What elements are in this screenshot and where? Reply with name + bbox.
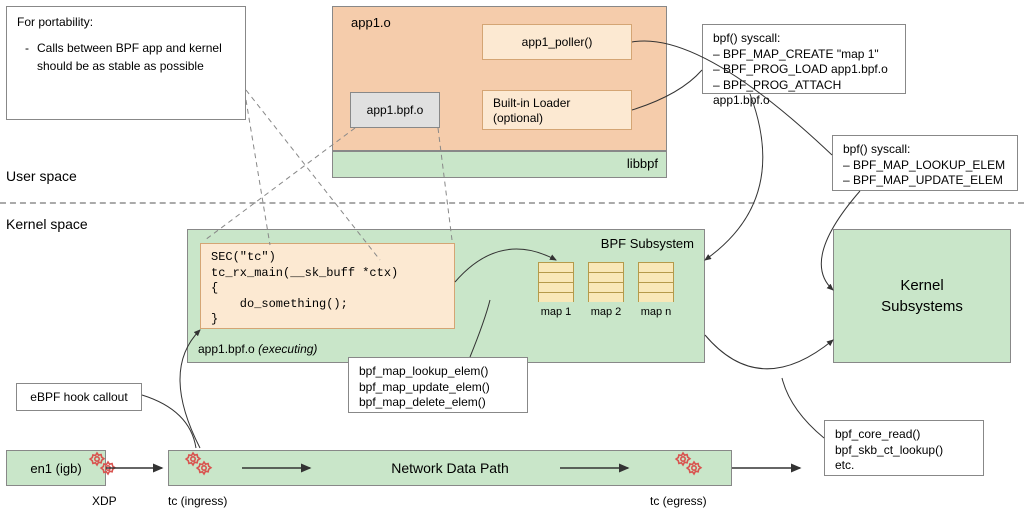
syscall-load-callout: bpf() syscall: – BPF_MAP_CREATE "map 1" … (702, 24, 906, 94)
syscall-poll-title: bpf() syscall: (843, 142, 1007, 158)
map-helper-1: bpf_map_lookup_elem() (359, 364, 517, 380)
app1-poller-box: app1_poller() (482, 24, 632, 60)
map-2-label: map 2 (588, 306, 624, 318)
kernel-sub-l2: Subsystems (881, 296, 963, 317)
gear-icon (672, 448, 694, 473)
gear-icon (86, 448, 108, 473)
portability-callout: For portability: - Calls between BPF app… (6, 6, 246, 120)
kernel-helpers-callout: bpf_core_read() bpf_skb_ct_lookup() etc. (824, 420, 984, 476)
syscall-load-l2: – BPF_PROG_LOAD app1.bpf.o (713, 62, 895, 78)
tc-egress-label: tc (egress) (650, 494, 707, 508)
map-1-label: map 1 (538, 306, 574, 318)
portability-title: For portability: (17, 13, 235, 31)
app1-bpf-o-box: app1.bpf.o (350, 92, 440, 128)
map-1: map 1 (538, 262, 574, 318)
syscall-load-l3: – BPF_PROG_ATTACH app1.bpf.o (713, 78, 895, 109)
app1-poller-label: app1_poller() (522, 35, 593, 49)
map-helpers-callout: bpf_map_lookup_elem() bpf_map_update_ele… (348, 357, 528, 413)
map-helper-2: bpf_map_update_elem() (359, 380, 517, 396)
syscall-load-l1: – BPF_MAP_CREATE "map 1" (713, 47, 895, 63)
portability-bullet: Calls between BPF app and kernel should … (37, 39, 235, 75)
map-2: map 2 (588, 262, 624, 318)
kern-helper-2: bpf_skb_ct_lookup() (835, 443, 973, 459)
syscall-poll-l2: – BPF_MAP_UPDATE_ELEM (843, 173, 1007, 189)
bpf-subsystem-title: BPF Subsystem (601, 236, 694, 251)
kernel-sub-l1: Kernel (900, 275, 943, 296)
code-box: SEC("tc") tc_rx_main(__sk_buff *ctx) { d… (200, 243, 455, 329)
kern-helper-3: etc. (835, 458, 973, 474)
executing-label: app1.bpf.o (executing) (198, 342, 317, 356)
map-n-label: map n (638, 306, 674, 318)
loader-l2: (optional) (493, 111, 621, 126)
net-data-path-box: Network Data Path (168, 450, 732, 486)
libbpf-bar: libbpf (332, 151, 667, 178)
kernel-subsystems-box: Kernel Subsystems (833, 229, 1011, 363)
syscall-poll-l1: – BPF_MAP_LOOKUP_ELEM (843, 158, 1007, 174)
syscall-poll-callout: bpf() syscall: – BPF_MAP_LOOKUP_ELEM – B… (832, 135, 1018, 191)
user-kernel-divider (0, 202, 1024, 204)
gear-icon (182, 448, 204, 473)
hook-callout: eBPF hook callout (16, 383, 142, 411)
map-helper-3: bpf_map_delete_elem() (359, 395, 517, 411)
nic-label: en1 (igb) (30, 461, 81, 476)
app1-bpf-o-label: app1.bpf.o (367, 103, 424, 117)
loader-l1: Built-in Loader (493, 96, 621, 111)
user-space-label: User space (6, 168, 77, 184)
map-n: map n (638, 262, 674, 318)
kernel-space-label: Kernel space (6, 216, 88, 232)
hook-label: eBPF hook callout (30, 390, 127, 404)
syscall-load-title: bpf() syscall: (713, 31, 895, 47)
app1-o-title: app1.o (351, 15, 391, 30)
net-path-label: Network Data Path (391, 460, 509, 476)
xdp-label: XDP (92, 494, 117, 508)
kern-helper-1: bpf_core_read() (835, 427, 973, 443)
builtin-loader-box: Built-in Loader (optional) (482, 90, 632, 130)
tc-ingress-label: tc (ingress) (168, 494, 227, 508)
libbpf-label: libbpf (627, 156, 658, 171)
